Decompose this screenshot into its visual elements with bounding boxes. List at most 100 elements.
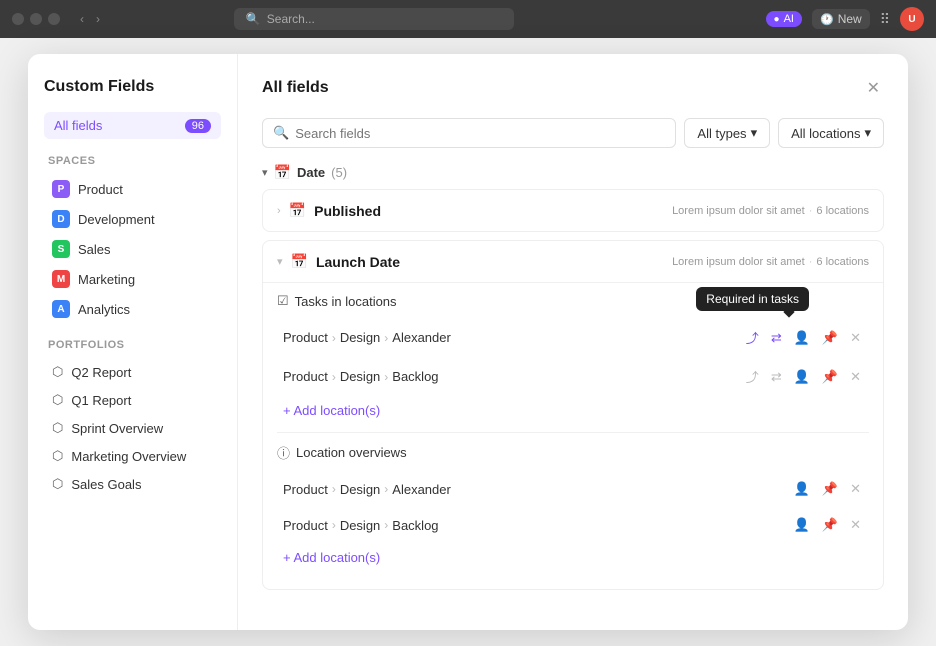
modal-container: Custom Fields All fields 96 Spaces P Pro… — [28, 54, 908, 630]
search-icon: 🔍 — [246, 12, 261, 26]
ov-path-design-1: Design — [340, 482, 380, 497]
sync-icon-1[interactable]: ⇄ — [769, 328, 784, 348]
new-button[interactable]: 🕐 New — [812, 9, 870, 29]
sidebar-item-marketing[interactable]: M Marketing — [44, 265, 221, 293]
avatar[interactable]: U — [900, 7, 924, 31]
product-icon: P — [52, 180, 70, 198]
field-locations-published: 6 locations — [816, 205, 869, 217]
remove-icon-2[interactable]: ✕ — [848, 367, 863, 387]
marketing-label: Marketing — [78, 272, 135, 287]
panel-header: All fields ✕ — [262, 74, 884, 102]
portfolio-icon-sprint: ⬡ — [52, 420, 63, 436]
sidebar-item-product[interactable]: P Product — [44, 175, 221, 203]
overview-location-path-2: Product › Design › Backlog — [283, 518, 792, 533]
close-button[interactable]: ✕ — [863, 74, 884, 102]
main-content: Custom Fields All fields 96 Spaces P Pro… — [0, 38, 936, 646]
sync-icon-2[interactable]: ⇄ — [769, 367, 784, 387]
overviews-section-name: Location overviews — [296, 445, 407, 460]
filter-types-button[interactable]: All types ▾ — [684, 118, 770, 148]
date-calendar-icon: 📅 — [274, 164, 291, 181]
all-fields-item[interactable]: All fields 96 — [44, 112, 221, 139]
ov-user-icon-1[interactable]: 👤 — [792, 479, 812, 499]
pin-icon-1[interactable]: 📌 — [820, 328, 840, 348]
ov-path-sep-1b: › — [384, 482, 388, 496]
back-arrow[interactable]: ‹ — [76, 10, 88, 28]
clock-icon: 🕐 — [820, 13, 834, 26]
path-design-2: Design — [340, 369, 380, 384]
filter-locations-button[interactable]: All locations ▾ — [778, 118, 884, 148]
field-meta-launch: Lorem ipsum dolor sit amet · 6 locations — [672, 256, 869, 268]
overview-location-row-1: Product › Design › Alexander 👤 📌 ✕ — [277, 472, 869, 506]
portfolio-label-mkt: Marketing Overview — [71, 449, 186, 464]
external-link-icon-2[interactable]: ⤴ — [744, 365, 761, 388]
path-sep-1b: › — [384, 331, 388, 345]
ov-user-icon-2[interactable]: 👤 — [792, 515, 812, 535]
close-dot[interactable] — [12, 13, 24, 25]
ov-pin-icon-1[interactable]: 📌 — [820, 479, 840, 499]
portfolios-section-label: Portfolios — [44, 339, 221, 351]
panel-title: All fields — [262, 79, 329, 97]
field-calendar-icon-launch: 📅 — [291, 253, 308, 270]
ov-remove-icon-1[interactable]: ✕ — [848, 479, 863, 499]
path-sep-2a: › — [332, 370, 336, 384]
user-icon-2[interactable]: 👤 — [792, 367, 812, 387]
chevron-down-icon: ▾ — [751, 125, 758, 141]
field-card-launch-date-header[interactable]: ▾ 📅 Launch Date Lorem ipsum dolor sit am… — [263, 241, 883, 282]
search-input[interactable] — [295, 126, 665, 141]
path-alexander-1: Alexander — [392, 330, 451, 345]
minimize-dot[interactable] — [30, 13, 42, 25]
nav-controls: ‹ › — [76, 10, 104, 28]
sidebar: Custom Fields All fields 96 Spaces P Pro… — [28, 54, 238, 630]
remove-icon-1[interactable]: ✕ — [848, 328, 863, 348]
right-panel: All fields ✕ 🔍 All types ▾ All locations… — [238, 54, 908, 630]
portfolio-sprint-overview[interactable]: ⬡ Sprint Overview — [44, 415, 221, 441]
titlebar: ‹ › 🔍 Search... ● AI 🕐 New ⠿ U — [0, 0, 936, 38]
portfolio-icon-q2: ⬡ — [52, 364, 63, 380]
portfolio-marketing-overview[interactable]: ⬡ Marketing Overview — [44, 443, 221, 469]
portfolio-icon-q1: ⬡ — [52, 392, 63, 408]
date-section: ▾ 📅 Date (5) › 📅 Published Lorem ipsum d… — [262, 164, 884, 598]
grid-icon[interactable]: ⠿ — [880, 11, 890, 28]
path-sep-2b: › — [384, 370, 388, 384]
search-input-wrap[interactable]: 🔍 — [262, 118, 676, 148]
field-calendar-icon-published: 📅 — [289, 202, 306, 219]
all-fields-count: 96 — [185, 119, 211, 133]
portfolio-icon-sales: ⬡ — [52, 476, 63, 492]
forward-arrow[interactable]: › — [92, 10, 104, 28]
search-icon: 🔍 — [273, 125, 289, 141]
external-link-icon-1[interactable]: ⤴ — [744, 326, 761, 349]
portfolio-q2-report[interactable]: ⬡ Q2 Report — [44, 359, 221, 385]
overview-location-actions-1: 👤 📌 ✕ — [792, 479, 863, 499]
add-overview-location-button[interactable]: + Add location(s) — [277, 544, 386, 571]
date-section-header[interactable]: ▾ 📅 Date (5) — [262, 164, 884, 181]
field-card-published-header[interactable]: › 📅 Published Lorem ipsum dolor sit amet… — [263, 190, 883, 231]
field-card-published: › 📅 Published Lorem ipsum dolor sit amet… — [262, 189, 884, 232]
ov-path-design-2: Design — [340, 518, 380, 533]
portfolio-q1-report[interactable]: ⬡ Q1 Report — [44, 387, 221, 413]
field-card-launch-date: ▾ 📅 Launch Date Lorem ipsum dolor sit am… — [262, 240, 884, 590]
sidebar-item-sales[interactable]: S Sales — [44, 235, 221, 263]
sidebar-item-development[interactable]: D Development — [44, 205, 221, 233]
ov-remove-icon-2[interactable]: ✕ — [848, 515, 863, 535]
portfolio-label-q1: Q1 Report — [71, 393, 131, 408]
sidebar-item-analytics[interactable]: A Analytics — [44, 295, 221, 323]
pin-icon-2[interactable]: 📌 — [820, 367, 840, 387]
info-icon: ⓘ — [277, 443, 290, 462]
portfolio-sales-goals[interactable]: ⬡ Sales Goals — [44, 471, 221, 497]
ai-badge[interactable]: ● AI — [766, 11, 802, 27]
maximize-dot[interactable] — [48, 13, 60, 25]
user-icon-1[interactable]: 👤 — [792, 328, 812, 348]
overview-location-actions-2: 👤 📌 ✕ — [792, 515, 863, 535]
ov-path-sep-2a: › — [332, 518, 336, 532]
ov-path-alexander-1: Alexander — [392, 482, 451, 497]
date-section-count: (5) — [331, 165, 347, 180]
overview-location-row-2: Product › Design › Backlog 👤 📌 ✕ — [277, 508, 869, 542]
path-design-1: Design — [340, 330, 380, 345]
add-task-location-button[interactable]: + Add location(s) — [277, 397, 386, 424]
ov-pin-icon-2[interactable]: 📌 — [820, 515, 840, 535]
spaces-section-label: Spaces — [44, 155, 221, 167]
titlebar-search[interactable]: 🔍 Search... — [234, 8, 514, 30]
titlebar-right: ● AI 🕐 New ⠿ U — [766, 7, 924, 31]
overviews-divider: ⓘ Location overviews Product › Design › … — [277, 432, 869, 571]
portfolio-label-sprint: Sprint Overview — [71, 421, 163, 436]
